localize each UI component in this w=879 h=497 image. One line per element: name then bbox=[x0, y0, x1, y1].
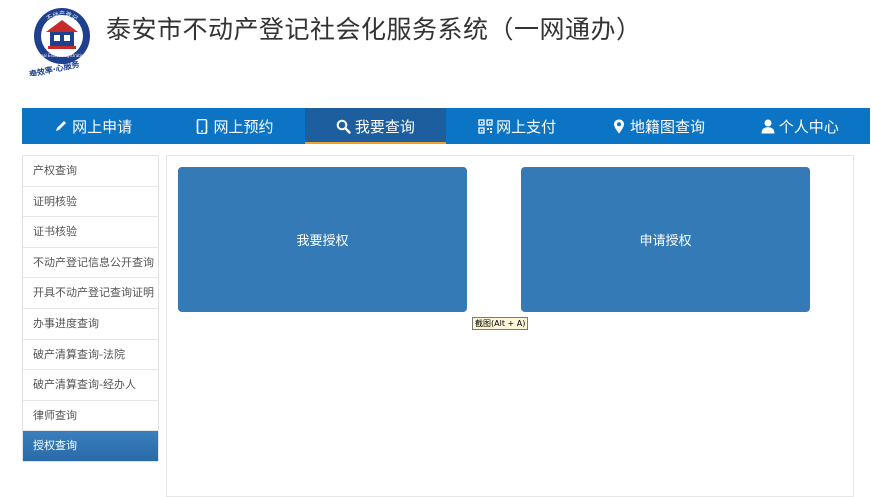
sidebar-item-bankruptcy-agent[interactable]: 破产清算查询-经办人 bbox=[23, 370, 158, 401]
logo-middle-text: Real Estate Registration bbox=[38, 53, 86, 58]
header: 不动产登记 Real Estate Registration 泰效率·心服务 泰… bbox=[0, 0, 879, 100]
nav-item-query[interactable]: 我要查询 bbox=[304, 108, 447, 144]
nav-item-label: 网上申请 bbox=[72, 117, 133, 136]
search-icon bbox=[336, 118, 352, 134]
nav-item-label: 个人中心 bbox=[778, 117, 839, 136]
sidebar-item-issue-query-proof[interactable]: 开具不动产登记查询证明 bbox=[23, 278, 158, 309]
nav-item-online-payment[interactable]: 网上支付 bbox=[446, 108, 587, 144]
nav-item-personal-center[interactable]: 个人中心 bbox=[729, 108, 870, 144]
sidebar-item-progress-query[interactable]: 办事进度查询 bbox=[23, 309, 158, 340]
pencil-icon bbox=[53, 118, 69, 134]
grant-authorization-button[interactable]: 我要授权 bbox=[178, 167, 467, 312]
mobile-icon bbox=[194, 118, 210, 134]
sidebar-item-public-info-query[interactable]: 不动产登记信息公开查询 bbox=[23, 248, 158, 279]
apply-authorization-button[interactable]: 申请授权 bbox=[521, 167, 810, 312]
sidebar-item-bankruptcy-court[interactable]: 破产清算查询-法院 bbox=[23, 340, 158, 371]
qrcode-icon bbox=[477, 118, 493, 134]
site-logo[interactable]: 不动产登记 Real Estate Registration 泰效率·心服务 bbox=[22, 2, 106, 79]
sidebar-item-property-query[interactable]: 产权查询 bbox=[23, 156, 158, 187]
nav-item-label: 网上预约 bbox=[213, 117, 274, 136]
user-icon bbox=[760, 118, 776, 134]
screenshot-tooltip: 截图(Alt + A) bbox=[472, 317, 529, 330]
sidebar-item-lawyer-query[interactable]: 律师查询 bbox=[23, 401, 158, 432]
nav-item-online-apply[interactable]: 网上申请 bbox=[22, 108, 163, 144]
nav-item-label: 我要查询 bbox=[354, 117, 415, 136]
sidebar-item-proof-verification[interactable]: 证明核验 bbox=[23, 187, 158, 218]
sidebar: 产权查询 证明核验 证书核验 不动产登记信息公开查询 开具不动产登记查询证明 办… bbox=[22, 155, 159, 462]
map-marker-icon bbox=[611, 118, 627, 134]
nav-item-label: 地籍图查询 bbox=[629, 117, 705, 136]
sidebar-item-certificate-verification[interactable]: 证书核验 bbox=[23, 217, 158, 248]
main-nav: 网上申请 网上预约 我要查询 网上支付 地籍图查询 个人中心 bbox=[22, 108, 870, 144]
nav-item-label: 网上支付 bbox=[496, 117, 557, 136]
nav-item-online-booking[interactable]: 网上预约 bbox=[163, 108, 304, 144]
site-title: 泰安市不动产登记社会化服务系统（一网通办） bbox=[106, 15, 642, 44]
nav-item-cadastral-map[interactable]: 地籍图查询 bbox=[587, 108, 728, 144]
sidebar-item-authorization-query[interactable]: 授权查询 bbox=[23, 431, 158, 461]
